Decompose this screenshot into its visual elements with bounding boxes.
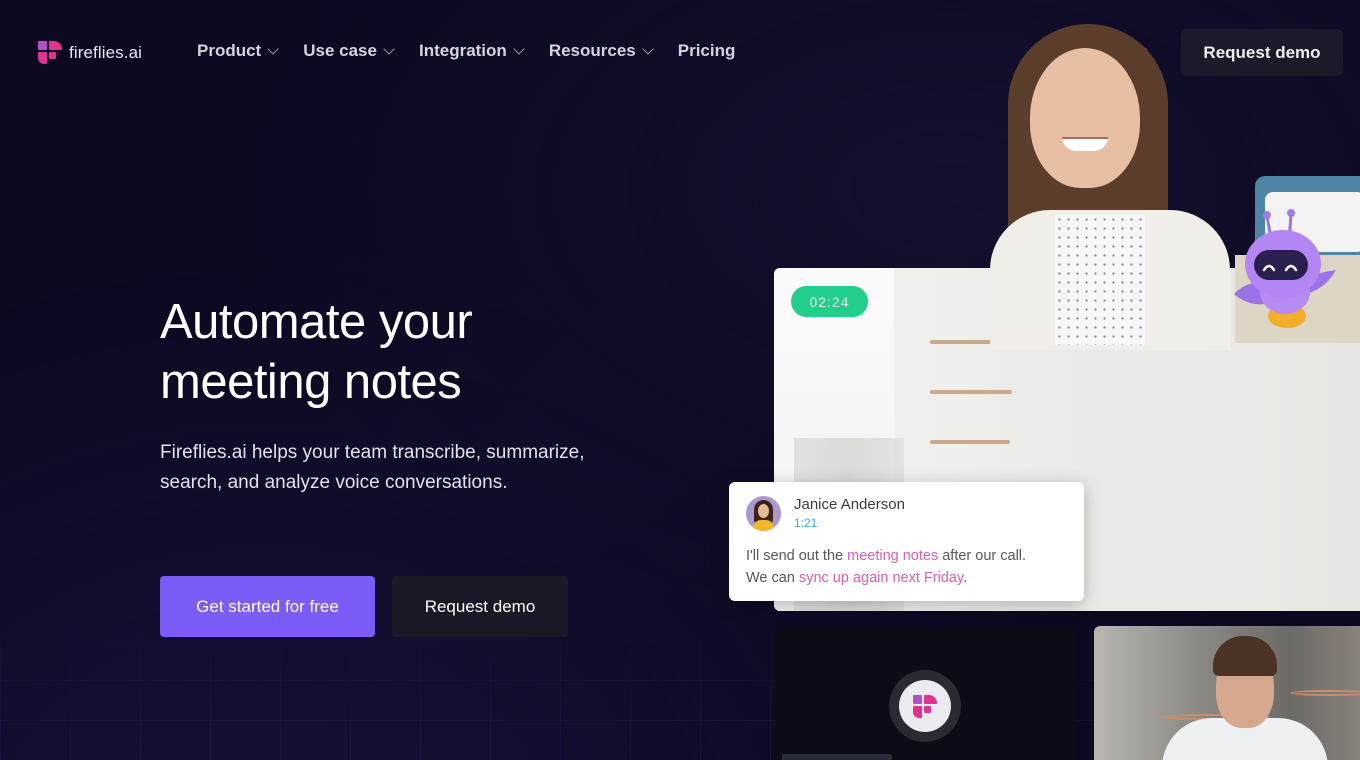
nav-item-product[interactable]: Product: [197, 41, 279, 61]
bot-tile-name-label: [782, 754, 892, 760]
brand-name: fireflies.ai: [69, 42, 143, 62]
transcript-text: I'll send out the meeting notes after ou…: [746, 545, 1081, 589]
participant-woman-shirt: [1055, 215, 1145, 345]
nav-item-resources[interactable]: Resources: [548, 41, 654, 61]
chevron-down-icon: [383, 43, 395, 55]
nav-item-integration[interactable]: Integration: [418, 41, 525, 61]
nav-menu: Product Use case Integration Resources P…: [197, 41, 735, 61]
transcript-highlight: meeting notes: [847, 548, 939, 564]
hero-request-demo-button[interactable]: Request demo: [392, 576, 568, 637]
chevron-down-icon: [267, 43, 279, 55]
transcript-text-segment: after our call.: [938, 548, 1027, 564]
nav-item-label: Use case: [303, 41, 377, 60]
avatar: [746, 496, 781, 531]
brand-logo-link[interactable]: fireflies.ai: [38, 41, 142, 64]
fireflies-logo-icon: [913, 694, 937, 718]
nav-item-label: Product: [197, 41, 262, 60]
transcript-card: Janice Anderson 1:21 I'll send out the m…: [729, 482, 1084, 601]
hero-subtitle: Fireflies.ai helps your team transcribe,…: [160, 438, 630, 498]
fireflies-logo-icon: [38, 41, 62, 64]
transcript-highlight: sync up again next Friday: [798, 570, 964, 586]
transcript-text-segment: We can: [746, 570, 799, 586]
chevron-down-icon: [513, 43, 525, 55]
nav-item-pricing[interactable]: Pricing: [678, 41, 736, 61]
meeting-timer-badge: 02:24: [791, 286, 868, 317]
nav-item-use-case[interactable]: Use case: [303, 41, 395, 61]
chevron-down-icon: [642, 43, 654, 55]
get-started-button[interactable]: Get started for free: [160, 576, 375, 637]
fred-robot-icon: [1234, 209, 1336, 328]
nav-item-label: Pricing: [677, 41, 736, 60]
nav-request-demo-button[interactable]: Request demo: [1181, 29, 1343, 76]
transcript-text-segment: I'll send out the: [746, 548, 848, 564]
hero-title-line-2: meeting notes: [160, 355, 462, 409]
video-background-shelf: [930, 440, 1010, 444]
speaker-name: Janice Anderson: [794, 496, 905, 513]
transcript-timestamp: 1:21: [794, 516, 818, 530]
hero-title: Automate your meeting notes: [160, 292, 680, 412]
participant-woman-smile: [1062, 137, 1108, 151]
participant-woman-face: [1030, 48, 1140, 188]
nav-item-label: Resources: [548, 41, 636, 60]
hero-subtitle-line-2: search, and analyze voice conversations.: [160, 472, 508, 493]
transcript-text-segment: .: [963, 570, 968, 586]
hero-title-line-1: Automate your: [160, 295, 473, 349]
fireflies-bot-avatar: [889, 670, 961, 742]
video-background-shelf: [930, 390, 1012, 394]
nav-item-label: Integration: [418, 41, 507, 60]
hero-subtitle-line-1: Fireflies.ai helps your team transcribe,…: [160, 442, 585, 463]
video-background-lamp: [1290, 690, 1360, 696]
